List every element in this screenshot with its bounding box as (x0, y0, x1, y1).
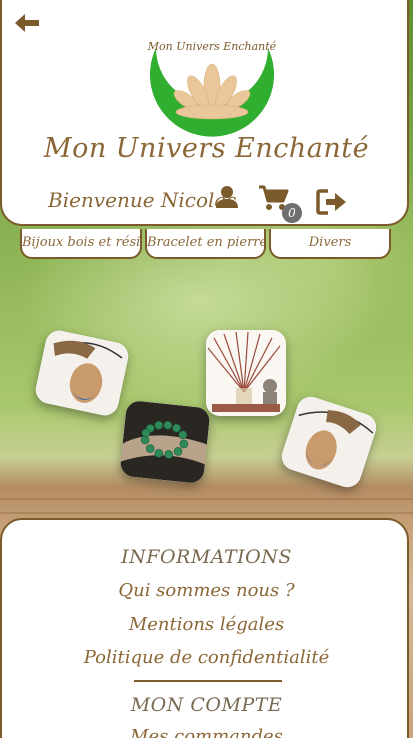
wood-grain (0, 512, 413, 514)
link-politique-confidentialite[interactable]: Politique de confidentialité (2, 647, 411, 668)
category-tab-bracelet[interactable]: Bracelet en pierre (145, 229, 266, 259)
link-qui-sommes-nous[interactable]: Qui sommes nous ? (2, 580, 411, 601)
product-tile-incense[interactable] (206, 330, 286, 416)
cart-count-badge: 0 (282, 203, 302, 223)
footer: INFORMATIONS Qui sommes nous ? Mentions … (0, 518, 409, 738)
logo-text: Mon Univers Enchanté (147, 40, 277, 53)
product-tile-bracelet[interactable] (119, 399, 211, 485)
link-mentions-legales[interactable]: Mentions légales (2, 614, 411, 635)
logo[interactable]: Mon Univers Enchanté (142, 18, 282, 142)
wood-grain (0, 498, 413, 500)
category-tab-bijoux[interactable]: Bijoux bois et résine (20, 229, 142, 259)
welcome-text: Bienvenue Nicolas (48, 188, 237, 212)
link-mes-commandes[interactable]: Mes commandes (2, 726, 411, 738)
user-icon[interactable] (214, 184, 240, 210)
info-heading: INFORMATIONS (121, 546, 292, 568)
footer-divider (134, 680, 282, 682)
account-heading: MON COMPTE (130, 694, 283, 716)
arrow-left-icon[interactable] (12, 10, 42, 36)
header: Mon Univers Enchanté Mon Univers Enchant… (0, 0, 409, 226)
logout-icon[interactable] (316, 188, 348, 216)
category-tab-divers[interactable]: Divers (269, 229, 391, 259)
site-title: Mon Univers Enchanté (43, 133, 370, 164)
